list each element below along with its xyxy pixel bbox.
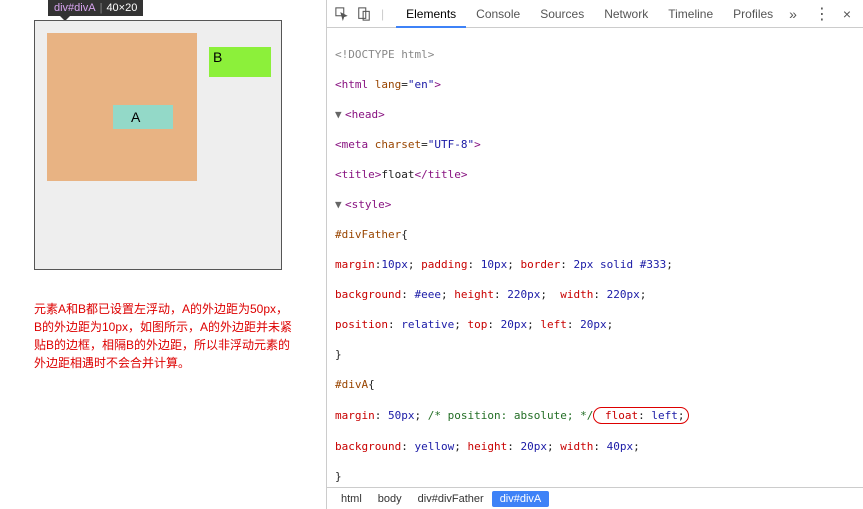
breadcrumb-body[interactable]: body bbox=[370, 491, 410, 507]
title-node[interactable]: <title>float</title> bbox=[327, 167, 863, 182]
devtools-tabs: Elements Console Sources Network Timelin… bbox=[396, 0, 783, 28]
breadcrumb-divA[interactable]: div#divA bbox=[492, 491, 550, 507]
rendered-page-pane: div#divA | 40×20 A B 元素A和B都已设置左浮动，A的外边距为… bbox=[0, 0, 326, 509]
breadcrumb-html[interactable]: html bbox=[333, 491, 370, 507]
devtools-toolbar: | Elements Console Sources Network Timel… bbox=[327, 0, 863, 28]
float-left-callout: float: left; bbox=[593, 407, 689, 424]
head-node[interactable]: ▼<head> bbox=[327, 107, 863, 122]
close-icon[interactable]: × bbox=[837, 6, 857, 22]
inspect-tooltip: div#divA | 40×20 bbox=[48, 0, 143, 16]
elements-dom-tree[interactable]: <!DOCTYPE html> <html lang="en"> ▼<head>… bbox=[327, 28, 863, 487]
css-decl[interactable]: margin: 50px; /* position: absolute; */ … bbox=[327, 407, 863, 424]
devtools-pane: | Elements Console Sources Network Timel… bbox=[326, 0, 863, 509]
inspect-element-icon[interactable] bbox=[333, 5, 351, 23]
more-tabs-chevron-icon[interactable]: » bbox=[783, 6, 803, 22]
css-selector[interactable]: #divFather{ bbox=[327, 227, 863, 242]
css-decl[interactable]: background: yellow; height: 20px; width:… bbox=[327, 439, 863, 454]
css-decl[interactable]: position: relative; top: 20px; left: 20p… bbox=[327, 317, 863, 332]
tab-elements[interactable]: Elements bbox=[396, 0, 466, 28]
breadcrumb-divFather[interactable]: div#divFather bbox=[410, 491, 492, 507]
kebab-menu-icon[interactable]: ⋮ bbox=[808, 4, 837, 24]
divB-box: B bbox=[209, 47, 271, 77]
css-decl[interactable]: margin:10px; padding: 10px; border: 2px … bbox=[327, 257, 863, 272]
html-node[interactable]: <html lang="en"> bbox=[327, 77, 863, 92]
doctype-node[interactable]: <!DOCTYPE html> bbox=[335, 48, 434, 61]
meta-node[interactable]: <meta charset="UTF-8"> bbox=[327, 137, 863, 152]
device-toggle-icon[interactable] bbox=[355, 5, 373, 23]
tab-console[interactable]: Console bbox=[466, 0, 530, 28]
divA-box: A bbox=[113, 105, 173, 129]
style-node[interactable]: ▼<style> bbox=[327, 197, 863, 212]
explanation-text: 元素A和B都已设置左浮动，A的外边距为50px，B的外边距为10px，如图所示，… bbox=[34, 300, 294, 372]
css-decl[interactable]: background: #eee; height: 220px; width: … bbox=[327, 287, 863, 302]
css-selector[interactable]: #divA{ bbox=[327, 377, 863, 392]
render-viewport: A B bbox=[34, 20, 282, 270]
tooltip-selector: div#divA bbox=[54, 2, 96, 14]
tab-profiles[interactable]: Profiles bbox=[723, 0, 783, 28]
tooltip-dims: 40×20 bbox=[106, 2, 137, 14]
tab-sources[interactable]: Sources bbox=[530, 0, 594, 28]
tab-network[interactable]: Network bbox=[594, 0, 658, 28]
breadcrumb: html body div#divFather div#divA bbox=[327, 487, 863, 509]
tab-timeline[interactable]: Timeline bbox=[658, 0, 723, 28]
